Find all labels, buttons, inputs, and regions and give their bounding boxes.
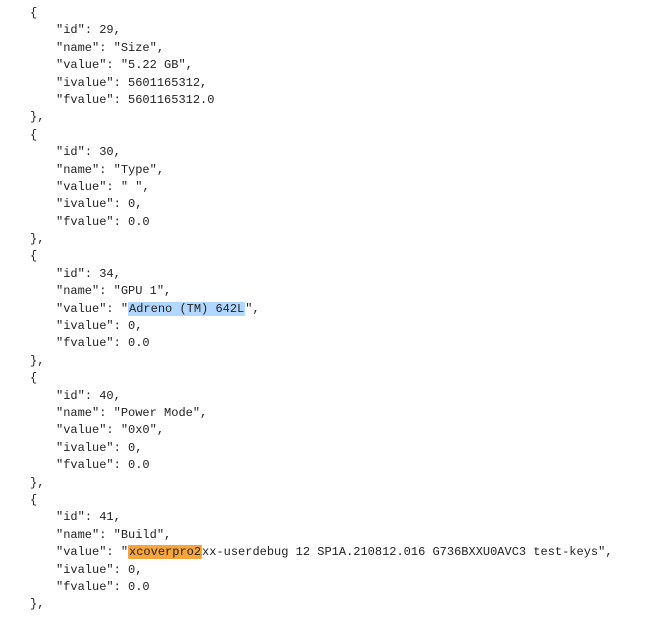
json-code-listing: {id: 29,name: Size,value: 5.22 GB,ivalue… (10, 5, 640, 614)
